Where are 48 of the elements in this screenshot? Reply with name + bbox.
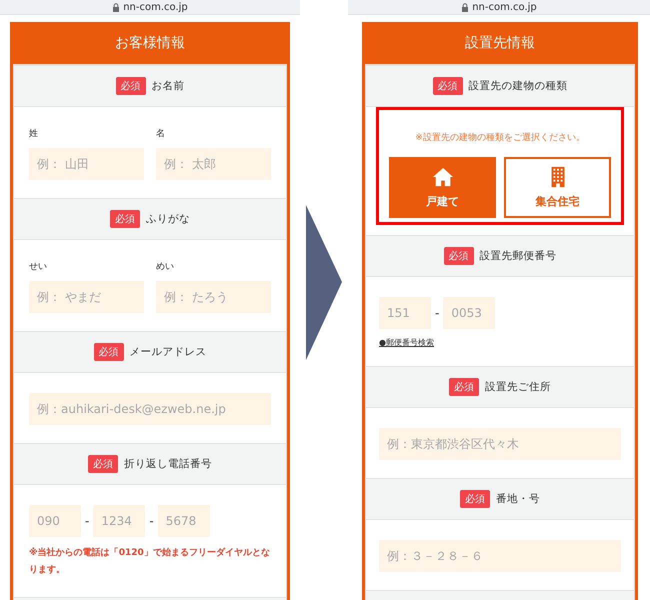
house-icon bbox=[432, 166, 454, 188]
separator-text: - bbox=[85, 514, 90, 528]
url-text: nn-com.co.jp bbox=[123, 2, 188, 12]
field-label: 姓 bbox=[29, 128, 39, 140]
url-text: nn-com.co.jp bbox=[472, 2, 537, 12]
input-field[interactable]: 例：auhikari-desk@ezweb.ne.jp bbox=[29, 393, 271, 425]
field-label: せい bbox=[29, 261, 48, 273]
required-badge: 必須 bbox=[449, 378, 479, 396]
input-field[interactable]: 5678 bbox=[158, 505, 210, 537]
required-badge: 必須 bbox=[94, 343, 124, 361]
input-field[interactable]: 例：３－２８－６ bbox=[379, 540, 621, 572]
section-label: メールアドレス bbox=[130, 345, 206, 359]
input-field[interactable]: 1234 bbox=[93, 505, 146, 537]
building-type-option[interactable]: 集合住宅 bbox=[504, 157, 611, 218]
separator-text: - bbox=[149, 514, 154, 528]
section-label: ふりがな bbox=[146, 212, 190, 226]
required-badge: 必須 bbox=[432, 77, 462, 95]
input-field[interactable]: 例： たろう bbox=[156, 281, 271, 313]
field-label: 名 bbox=[156, 128, 166, 140]
input-field[interactable]: 例： 山田 bbox=[29, 148, 144, 180]
input-field[interactable]: 例：東京都渋谷区代々木 bbox=[379, 428, 621, 460]
input-field[interactable]: 090 bbox=[29, 505, 81, 537]
input-field[interactable]: 例： やまだ bbox=[29, 281, 144, 313]
section-label: 設置先の建物の種類 bbox=[468, 79, 568, 93]
postal-search-link[interactable]: ●郵便番号検索 bbox=[379, 337, 434, 348]
input-field[interactable]: 例： 太郎 bbox=[156, 148, 271, 180]
field-label: めい bbox=[156, 261, 175, 273]
section-label: 折り返し電話番号 bbox=[124, 457, 212, 471]
separator-text: - bbox=[435, 306, 440, 320]
input-field[interactable]: 0053 bbox=[443, 297, 496, 330]
panel-title: お客様情報 bbox=[114, 34, 186, 53]
section-label: 設置先ご住所 bbox=[485, 380, 551, 394]
lock-icon bbox=[461, 2, 470, 12]
note-text: ※当社からの電話は「0120」で始まるフリーダイヤルとなります。 bbox=[29, 546, 271, 578]
required-badge: 必須 bbox=[444, 247, 474, 266]
required-badge: 必須 bbox=[110, 210, 140, 228]
required-badge: 必須 bbox=[116, 77, 146, 95]
section-label: お名前 bbox=[152, 79, 184, 93]
note-text: ※設置先の建物の種類をご選択ください。 bbox=[415, 132, 585, 145]
section-label: 設置先郵便番号 bbox=[480, 249, 556, 264]
section-label: 番地・号 bbox=[496, 492, 540, 506]
building-type-option[interactable]: 戸建て bbox=[389, 157, 496, 218]
required-badge: 必須 bbox=[460, 490, 490, 508]
lock-icon bbox=[112, 2, 120, 12]
panel-title: 設置先情報 bbox=[464, 34, 536, 53]
arrow-icon bbox=[304, 205, 344, 360]
input-field[interactable]: 151 bbox=[379, 297, 431, 330]
required-badge: 必須 bbox=[88, 455, 118, 473]
